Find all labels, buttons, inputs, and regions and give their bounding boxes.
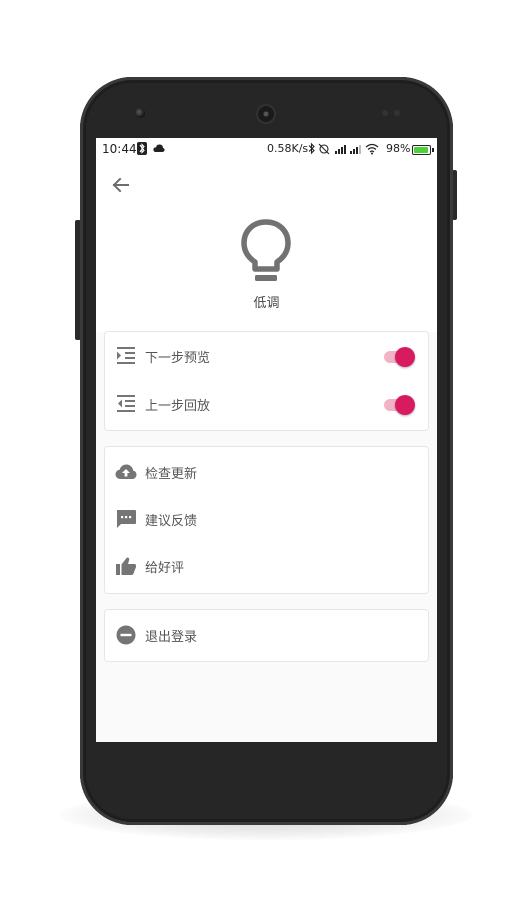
light-sensor [394,110,400,116]
back-arrow-icon[interactable] [108,172,134,198]
preview-settings-card: 下一步预览 上一步回放 [104,331,429,431]
actions-card: 检查更新 建议反馈 给好评 [104,446,429,594]
status-bar: 10:44 0.58K/s 98% [96,138,437,160]
battery-icon [412,145,434,155]
logout-card: 退出登录 [104,609,429,662]
feedback-chat-icon [115,509,137,529]
earpiece-speaker [256,104,276,124]
toggle-label: 上一步回放 [145,399,211,414]
action-label: 建议反馈 [145,514,198,529]
indent-increase-icon [115,346,137,366]
status-icons [308,142,384,158]
theme-mode-label: 低调 [253,296,280,311]
check-update-item[interactable]: 检查更新 [105,448,428,496]
network-speed: 0.58K/s [267,142,309,155]
action-label: 检查更新 [145,467,198,482]
rate-app-item[interactable]: 给好评 [105,542,428,590]
switch-thumb [395,347,415,367]
bluetooth-notification-icon [137,142,147,155]
thumb-up-icon [115,556,137,576]
next-preview-switch[interactable] [384,347,416,367]
feedback-item[interactable]: 建议反馈 [105,495,428,543]
logout-label: 退出登录 [145,630,198,645]
cloud-notification-icon [153,143,165,156]
battery-percent: 98% [386,142,411,155]
switch-thumb [395,395,415,415]
cloud-upload-icon [115,462,137,482]
header: 低调 [96,160,437,332]
logout-item[interactable]: 退出登录 [105,611,428,659]
phone-screen: 10:44 0.58K/s 98% 低调 下一步预览 上一步回放 检查更新 建议… [96,138,437,742]
lightbulb-icon[interactable] [240,218,292,286]
remove-circle-icon [115,625,137,645]
proximity-sensor [382,110,388,116]
toggle-row-next-preview[interactable]: 下一步预览 [105,332,428,380]
action-label: 给好评 [145,561,185,576]
prev-replay-switch[interactable] [384,395,416,415]
toggle-row-prev-replay[interactable]: 上一步回放 [105,380,428,428]
indent-decrease-icon [115,394,137,414]
front-camera [135,108,145,118]
status-time: 10:44 [102,142,137,156]
battery-level-fill [414,147,428,153]
toggle-label: 下一步预览 [145,351,211,366]
